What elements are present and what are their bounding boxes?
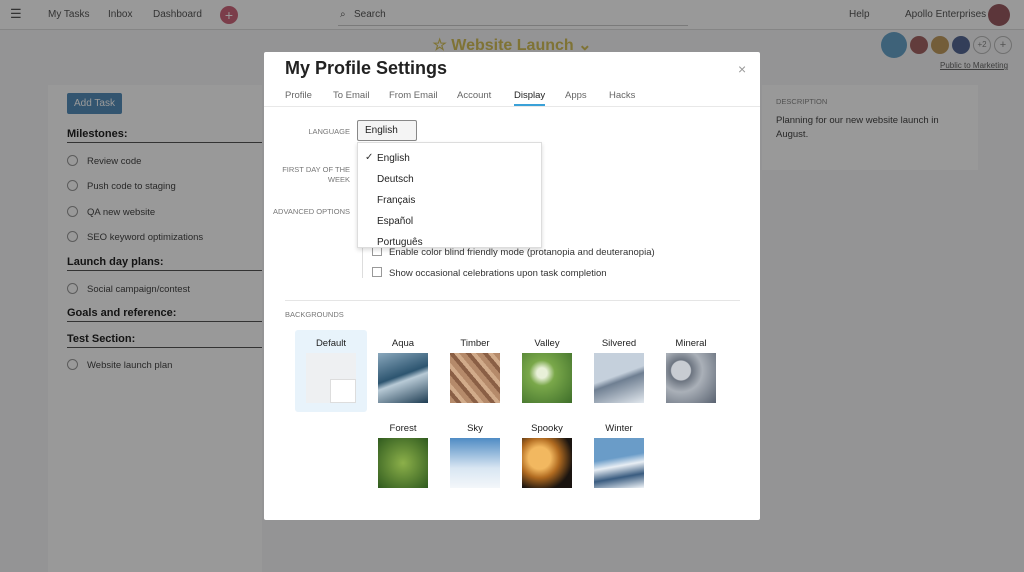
add-task-button[interactable]: Add Task <box>67 93 122 114</box>
background-mineral[interactable]: Mineral <box>655 338 727 403</box>
task-item[interactable]: Push code to staging <box>67 180 176 192</box>
org-name[interactable]: Apollo Enterprises <box>905 9 986 20</box>
advanced-options-label: ADVANCED OPTIONS <box>273 207 350 216</box>
description-heading: DESCRIPTION <box>776 97 828 106</box>
tab-from-email[interactable]: From Email <box>389 90 438 101</box>
tab-to-email[interactable]: To Email <box>333 90 369 101</box>
member-avatar[interactable] <box>931 36 949 54</box>
language-label: LANGUAGE <box>308 127 350 136</box>
user-avatar[interactable] <box>988 4 1010 26</box>
task-item[interactable]: Website launch plan <box>67 359 172 371</box>
section-header[interactable]: Launch day plans: <box>67 256 262 271</box>
language-option[interactable]: Português <box>377 237 423 247</box>
member-avatar[interactable] <box>881 32 907 58</box>
background-winter[interactable]: Winter <box>583 423 655 488</box>
task-item[interactable]: SEO keyword optimizations <box>67 231 203 243</box>
celebrations-checkbox[interactable]: Show occasional celebrations upon task c… <box>372 267 607 279</box>
modal-title: My Profile Settings <box>285 58 448 78</box>
background-silvered[interactable]: Silvered <box>583 338 655 403</box>
profile-settings-modal: My Profile Settings × Profile To Email F… <box>264 52 760 520</box>
background-sky[interactable]: Sky <box>439 423 511 488</box>
language-dropdown: ✓ English Deutsch Français Español Portu… <box>357 142 542 248</box>
check-icon: ✓ <box>365 152 374 163</box>
hamburger-icon[interactable]: ☰ <box>10 6 22 22</box>
section-divider <box>285 300 740 301</box>
section-header[interactable]: Milestones: <box>67 128 262 143</box>
tab-apps[interactable]: Apps <box>565 90 587 101</box>
section-header[interactable]: Test Section: <box>67 333 262 348</box>
nav-inbox[interactable]: Inbox <box>108 9 132 20</box>
options-divider <box>362 248 363 278</box>
member-avatar[interactable] <box>952 36 970 54</box>
more-members[interactable]: +2 <box>973 36 991 54</box>
background-valley[interactable]: Valley <box>511 338 583 403</box>
background-aqua[interactable]: Aqua <box>367 338 439 403</box>
tab-profile[interactable]: Profile <box>285 90 312 101</box>
help-menu[interactable]: Help <box>849 9 870 20</box>
top-bar: ☰ My Tasks Inbox Dashboard + ⌕ Search Hel… <box>0 0 1024 30</box>
add-icon[interactable]: + <box>220 6 238 24</box>
task-item[interactable]: Review code <box>67 155 141 167</box>
description-panel: DESCRIPTION Planning for our new website… <box>762 85 978 170</box>
backgrounds-label: BACKGROUNDS <box>285 310 344 319</box>
task-item[interactable]: QA new website <box>67 206 155 218</box>
background-timber[interactable]: Timber <box>439 338 511 403</box>
description-text[interactable]: Planning for our new website launch in A… <box>776 114 956 142</box>
tab-account[interactable]: Account <box>457 90 491 101</box>
close-icon[interactable]: × <box>738 61 746 77</box>
nav-dashboard[interactable]: Dashboard <box>153 9 202 20</box>
background-spooky[interactable]: Spooky <box>511 423 583 488</box>
tab-display[interactable]: Display <box>514 90 546 106</box>
section-header[interactable]: Goals and reference: <box>67 307 262 322</box>
first-day-label: FIRST DAY OF THE WEEK <box>282 165 350 184</box>
language-select[interactable]: English ⌄ <box>357 120 417 146</box>
nav-my-tasks[interactable]: My Tasks <box>48 9 90 20</box>
search-icon: ⌕ <box>340 9 346 20</box>
language-option[interactable]: Deutsch <box>377 174 414 185</box>
language-option[interactable]: English <box>377 153 410 164</box>
member-avatar[interactable] <box>910 36 928 54</box>
background-default[interactable]: Default <box>295 330 367 412</box>
add-member-icon[interactable]: + <box>994 36 1012 54</box>
task-item[interactable]: Social campaign/contest <box>67 283 190 295</box>
language-option[interactable]: Español <box>377 216 413 227</box>
tab-divider <box>264 106 760 107</box>
search-placeholder: Search <box>354 9 386 20</box>
search-input[interactable]: ⌕ Search <box>338 4 688 26</box>
background-forest[interactable]: Forest <box>367 423 439 488</box>
tab-hacks[interactable]: Hacks <box>609 90 635 101</box>
privacy-link[interactable]: Public to Marketing <box>940 61 1008 70</box>
language-option[interactable]: Français <box>377 195 415 206</box>
